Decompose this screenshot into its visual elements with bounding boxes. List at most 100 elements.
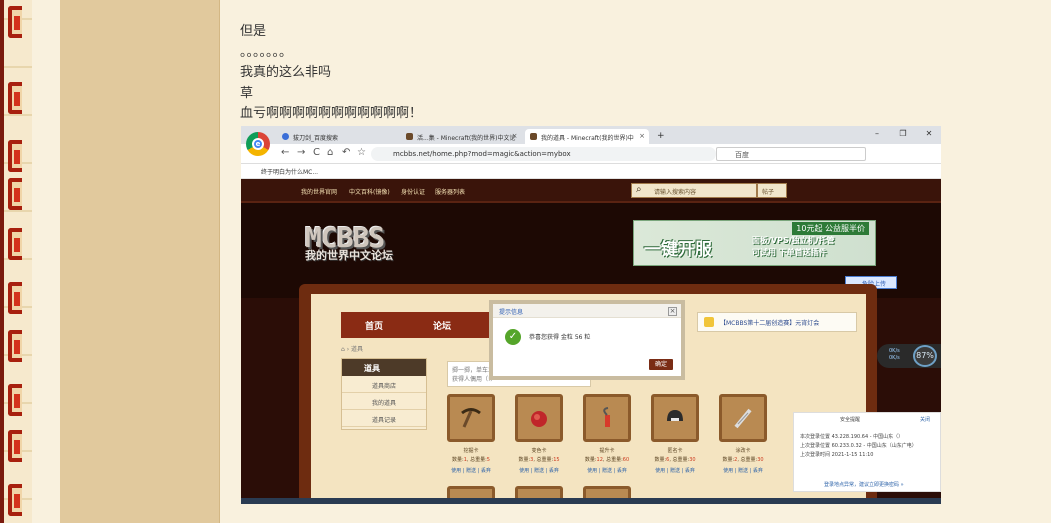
post-line: 但是 (240, 24, 267, 39)
back-icon: ← (281, 147, 290, 158)
search-icon: ⌕ (636, 184, 642, 195)
security-title: 安全提醒 (840, 417, 861, 423)
item-card-actions: 使用 | 赠送 | 丢弃 (451, 468, 491, 474)
search-engine-box: 百度 (716, 147, 866, 161)
dialog-close-icon: × (668, 307, 677, 316)
new-tab-icon: + (657, 131, 665, 141)
announcement-notice: 【MCBBS第十二届创造赛】元宵灯会 (697, 312, 857, 332)
gift-link: 赠送 (533, 468, 544, 474)
mcbbs-favicon-icon (530, 133, 537, 140)
scroll-curl-decoration (8, 178, 22, 210)
use-link: 使用 (655, 468, 666, 474)
security-line: 上次登录时间 2021-1-15 11:10 (800, 452, 874, 458)
count-value: 3 (530, 457, 534, 463)
item-card-stats: 数量:12, 总重量:60 (584, 457, 630, 463)
item-card-actions: 使用 | 赠送 | 丢弃 (655, 468, 695, 474)
sell-link: 丢弃 (684, 468, 695, 474)
post-image-screenshot[interactable]: 拔刀剑_百度搜索 活...集 - Minecraft(我的世界)中文论 × 我的… (241, 126, 941, 504)
ad-line: 面板/VPS/独立机/托管 (752, 236, 835, 245)
page-gutter (32, 0, 60, 523)
scroll-curl-decoration (8, 282, 22, 314)
scroll-curl-decoration (8, 6, 22, 38)
weight-label: 总重量: (672, 457, 690, 463)
item-card (447, 394, 495, 442)
breadcrumb: ⌂ › 道具 (341, 346, 364, 353)
count-value: 12 (596, 457, 603, 463)
weight-label: 总重量: (740, 457, 758, 463)
item-card-actions: 使用 | 赠送 | 丢弃 (519, 468, 559, 474)
baidu-icon (282, 133, 289, 140)
weight-value: 30 (689, 457, 696, 463)
site-search-scope: 帖子 (757, 183, 787, 198)
feather-icon (734, 408, 752, 429)
post-line: 我真的这么非吗 (240, 65, 332, 81)
tab-close-icon: × (511, 132, 518, 140)
speaker-icon (704, 317, 714, 327)
tab-label: 活...集 - Minecraft(我的世界)中文论 (417, 135, 516, 142)
search-engine-label: 百度 (735, 151, 749, 159)
site-nav-link: 我的世界官网 (301, 189, 338, 196)
use-link: 使用 (519, 468, 530, 474)
count-label: 数量: (722, 457, 735, 463)
item-card-name: 匿名卡 (667, 448, 683, 454)
item-card-actions: 使用 | 赠送 | 丢弃 (723, 468, 763, 474)
forward-icon: → (297, 147, 306, 158)
count-value: 1 (463, 457, 467, 463)
sell-link: 丢弃 (480, 468, 491, 474)
bookmark-item: 终于明白为什么MC... (261, 169, 319, 176)
scroll-curl-decoration (8, 82, 22, 114)
sell-link: 丢弃 (548, 468, 559, 474)
border-rail (0, 0, 4, 523)
post-line: 血亏啊啊啊啊啊啊啊啊啊啊啊！ (240, 106, 423, 122)
dialog-title: 提示信息 (493, 304, 681, 318)
item-card-name: 提升卡 (599, 448, 615, 454)
bookmark-star-icon: ☆ (357, 147, 366, 158)
weight-value: 15 (553, 457, 560, 463)
browser-tab-active: 我的道具 - Minecraft(我的世界)中 × (525, 129, 649, 144)
gift-link: 赠送 (601, 468, 612, 474)
security-line: 本次登录位置 43.228.190.64 - 中国山东（） (800, 434, 904, 440)
gift-link: 赠送 (737, 468, 748, 474)
network-speed-widget: 0K/s 0K/s 87% (877, 344, 941, 368)
security-line: 上次登录位置 60.233.0.32 - 中国山东（山东广电） (800, 443, 917, 449)
dialog-message: 恭喜您获得 金粒 56 粒 (529, 334, 591, 341)
item-card-actions: 使用 | 赠送 | 丢弃 (587, 468, 627, 474)
side-menu-title: 道具 (342, 359, 426, 376)
post-content: 但是 。。。。。。。 我真的这么非吗 草 血亏啊啊啊啊啊啊啊啊啊啊啊！ (240, 22, 1000, 125)
tab-label: 拔刀剑_百度搜索 (293, 135, 339, 142)
use-link: 使用 (587, 468, 598, 474)
url-text: mcbbs.net/home.php?mod=magic&action=mybo… (393, 150, 571, 158)
sell-link: 丢弃 (752, 468, 763, 474)
use-link: 使用 (451, 468, 462, 474)
minimize-icon: – (875, 129, 879, 138)
url-bar: mcbbs.net/home.php?mod=magic&action=mybo… (371, 147, 716, 161)
item-card (719, 394, 767, 442)
item-card-stats: 数量:1, 总重量:5 (452, 457, 490, 463)
main-nav-item: 论坛 (433, 322, 452, 332)
helmet-icon (667, 410, 683, 421)
breadcrumb-item: 道具 (351, 346, 364, 353)
pickaxe-icon (461, 408, 481, 428)
browser-tab: 拔刀剑_百度搜索 (277, 129, 344, 144)
weight-value: 30 (757, 457, 764, 463)
announcement-text: 【MCBBS第十二届创造赛】元宵灯会 (720, 320, 820, 327)
security-close-link: 关闭 (919, 417, 930, 423)
sell-link: 丢弃 (616, 468, 627, 474)
dialog-ok-button: 确定 (649, 359, 673, 370)
ad-line: 可试用 下单首送插件 (752, 248, 827, 257)
count-label: 数量: (654, 457, 667, 463)
reward-dialog: 提示信息 × ✓ 恭喜您获得 金粒 56 粒 确定 (489, 300, 685, 380)
site-search-input: ⌕ 请输入搜索内容 (631, 183, 757, 198)
upload-rate: 0K/s (889, 348, 900, 354)
memory-percent: 87% (913, 345, 937, 367)
weight-label: 总重量: (470, 457, 487, 463)
item-card-name: 涂改卡 (735, 448, 751, 454)
item-card-name: 变色卡 (531, 448, 547, 454)
item-card-stats: 数量:3, 总重量:15 (518, 457, 560, 463)
os-taskbar (241, 498, 941, 504)
item-card-stats: 数量:2, 总重量:30 (722, 457, 764, 463)
browser-logo-icon: e (246, 132, 270, 156)
side-menu-item: 道具商店 (342, 376, 426, 393)
site-nav-link: 中文百科(镜像) (349, 189, 390, 196)
browser-tab-bar: 拔刀剑_百度搜索 活...集 - Minecraft(我的世界)中文论 × 我的… (241, 126, 941, 144)
